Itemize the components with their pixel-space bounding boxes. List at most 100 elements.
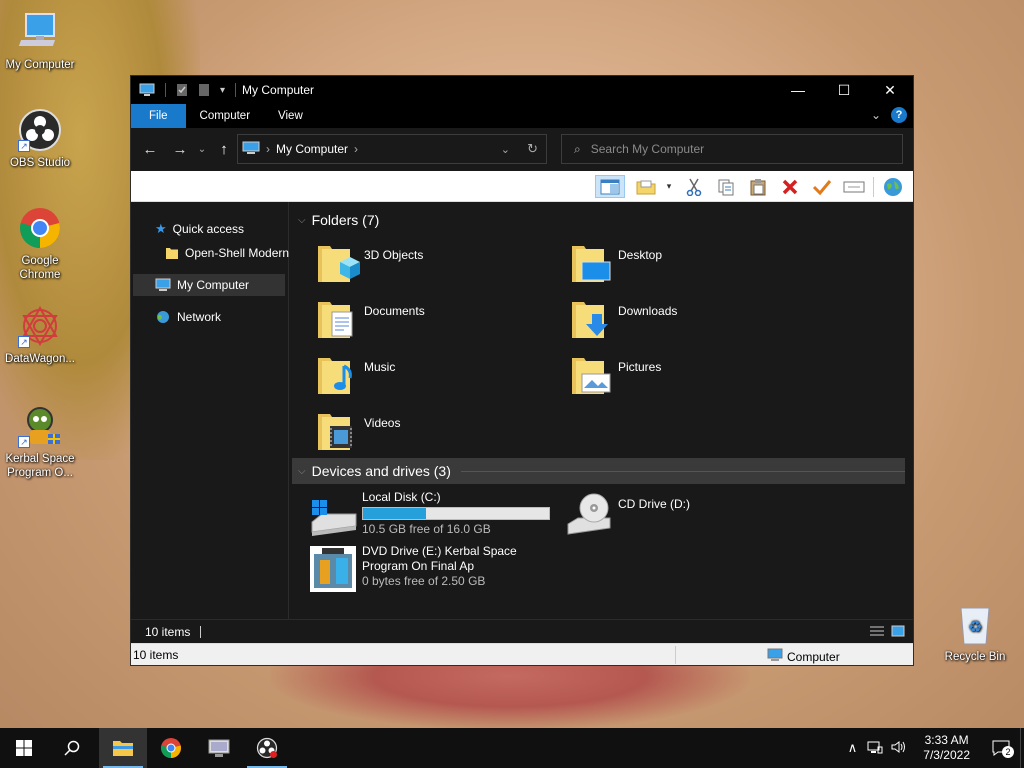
refresh-icon[interactable]: ↻ [527, 141, 538, 157]
breadcrumb-chevron-icon[interactable]: › [266, 142, 270, 156]
globe-icon[interactable] [881, 175, 905, 198]
address-bar[interactable]: › My Computer › ⌄ ↻ [237, 134, 547, 164]
desktop-icon-datawagon[interactable]: ↗ DataWagon... [0, 304, 80, 366]
paste-icon[interactable] [747, 175, 769, 198]
drive-free-space: 10.5 GB free of 16.0 GB [362, 522, 491, 536]
customize-qa-chevron-icon[interactable]: ▾ [220, 85, 225, 96]
collapse-chevron-icon: ⌵ [298, 214, 306, 226]
breadcrumb-chevron-icon[interactable]: › [354, 142, 358, 156]
breadcrumb-location[interactable]: My Computer [276, 142, 348, 156]
downloads-folder-icon [570, 298, 614, 342]
folders-group-header[interactable]: ⌵ Folders (7) [292, 207, 905, 233]
recent-locations-chevron-icon[interactable]: ⌄ [195, 144, 209, 155]
folder-music[interactable]: Music [316, 354, 395, 404]
new-folder-icon[interactable] [635, 175, 657, 198]
folder-name: 3D Objects [364, 248, 424, 262]
folder-documents[interactable]: Documents [316, 298, 425, 348]
taskbar-obs[interactable] [243, 728, 291, 768]
sidebar-item-quick-access[interactable]: ★ Quick access [155, 218, 244, 240]
close-button[interactable]: ✕ [867, 76, 913, 104]
sidebar-item-label: Open-Shell Modern [185, 246, 289, 260]
maximize-button[interactable]: ☐ [821, 76, 867, 104]
chrome-icon [18, 206, 62, 250]
help-icon[interactable]: ? [891, 107, 907, 123]
folder-3d-objects[interactable]: 3D Objects [316, 242, 423, 292]
navigation-pane[interactable]: ★ Quick access Open-Shell Modern My Comp… [131, 202, 289, 619]
drive-dvd-e[interactable]: DVD Drive (E:) Kerbal Space Program On F… [308, 544, 517, 594]
show-hidden-icons-chevron-icon[interactable]: ∧ [842, 740, 864, 756]
group-title: Folders (7) [311, 212, 380, 228]
sidebar-item-open-shell[interactable]: Open-Shell Modern [165, 242, 289, 264]
select-checkmark-icon[interactable] [811, 175, 833, 198]
taskbar-screen-app[interactable] [195, 728, 243, 768]
drive-cd-d[interactable]: CD Drive (D:) [564, 490, 690, 540]
obs-icon: ↗ [18, 108, 62, 152]
taskbar-clock[interactable]: 3:33 AM 7/3/2022 [911, 733, 982, 763]
back-arrow-icon[interactable]: ← [135, 141, 165, 158]
rename-icon[interactable] [843, 175, 865, 198]
zone-computer: Computer [767, 648, 840, 665]
window-title: My Computer [242, 83, 315, 97]
large-icons-view-icon[interactable] [891, 625, 905, 640]
forward-arrow-icon[interactable]: → [165, 141, 195, 158]
sidebar-item-my-computer[interactable]: My Computer [133, 274, 285, 296]
details-view-icon[interactable] [869, 625, 885, 640]
zone-label: Computer [787, 649, 840, 664]
sidebar-item-label: Quick access [172, 222, 245, 236]
desktop-icon-obs[interactable]: ↗ OBS Studio [0, 108, 80, 170]
folder-downloads[interactable]: Downloads [570, 298, 677, 348]
drive-usage-bar [362, 507, 550, 520]
folder-videos[interactable]: Videos [316, 410, 400, 460]
sidebar-item-network[interactable]: Network [155, 306, 221, 328]
item-count: 10 items [145, 624, 191, 639]
music-folder-icon [316, 354, 360, 398]
folder-icon [165, 246, 179, 260]
drive-name: Local Disk (C:) [362, 490, 441, 504]
desktop-icon-my-computer[interactable]: My Computer [0, 10, 80, 72]
content-area: ★ Quick access Open-Shell Modern My Comp… [131, 202, 913, 619]
search-button[interactable] [48, 728, 96, 768]
desktop-icon-chrome[interactable]: Google Chrome [0, 206, 80, 282]
start-button[interactable] [0, 728, 48, 768]
tab-computer[interactable]: Computer [186, 104, 265, 128]
desktop-folder-icon [570, 242, 614, 286]
show-desktop-button[interactable] [1020, 728, 1024, 768]
clock-date: 7/3/2022 [923, 748, 970, 762]
new-folder-dropdown-icon[interactable]: ▾ [663, 175, 675, 198]
new-folder-icon[interactable] [198, 83, 214, 97]
action-center-button[interactable]: 2 [982, 740, 1020, 758]
minimize-button[interactable]: — [775, 76, 821, 104]
kerbal-icon: ↗ [18, 404, 62, 448]
network-status-icon[interactable] [863, 740, 887, 757]
drive-name-continued: Program On Final Ap [362, 559, 475, 573]
expand-ribbon-chevron-icon[interactable]: ⌄ [871, 108, 881, 122]
tab-file[interactable]: File [131, 104, 186, 128]
copy-icon[interactable] [715, 175, 737, 198]
folder-name: Documents [364, 304, 425, 318]
computer-icon [18, 10, 62, 54]
delete-icon[interactable] [779, 175, 801, 198]
cut-icon[interactable] [683, 175, 705, 198]
search-box[interactable]: ⌕ Search My Computer [561, 134, 903, 164]
up-arrow-icon[interactable]: ↑ [209, 141, 239, 158]
taskbar-file-explorer[interactable] [99, 728, 147, 768]
drive-usage-fill [363, 508, 427, 519]
explorer-window[interactable]: ▾ My Computer — ☐ ✕ File Computer View ⌄… [130, 75, 914, 666]
main-pane[interactable]: ⌵ Folders (7) 3D Objects Desktop Documen… [290, 202, 913, 619]
taskbar-chrome[interactable] [147, 728, 195, 768]
folder-desktop[interactable]: Desktop [570, 242, 662, 292]
preview-pane-icon[interactable] [595, 175, 625, 198]
tab-view[interactable]: View [264, 104, 317, 128]
folder-pictures[interactable]: Pictures [570, 354, 661, 404]
title-bar[interactable]: ▾ My Computer — ☐ ✕ [131, 76, 913, 104]
ribbon-tabs: File Computer View ⌄ ? [131, 104, 913, 128]
properties-icon[interactable] [176, 83, 192, 97]
address-dropdown-icon[interactable]: ⌄ [501, 143, 510, 156]
quick-access-toolbar: ▾ [131, 83, 240, 97]
devices-group-header[interactable]: ⌵ Devices and drives (3) [292, 458, 905, 484]
volume-icon[interactable] [887, 740, 911, 757]
desktop-icon-kerbal[interactable]: ↗ Kerbal Space Program O... [0, 404, 80, 480]
group-title: Devices and drives (3) [311, 463, 451, 479]
desktop-icon-recycle-bin[interactable]: ♻ Recycle Bin [935, 602, 1015, 664]
drive-local-disk-c[interactable]: Local Disk (C:) 10.5 GB free of 16.0 GB [308, 490, 550, 540]
